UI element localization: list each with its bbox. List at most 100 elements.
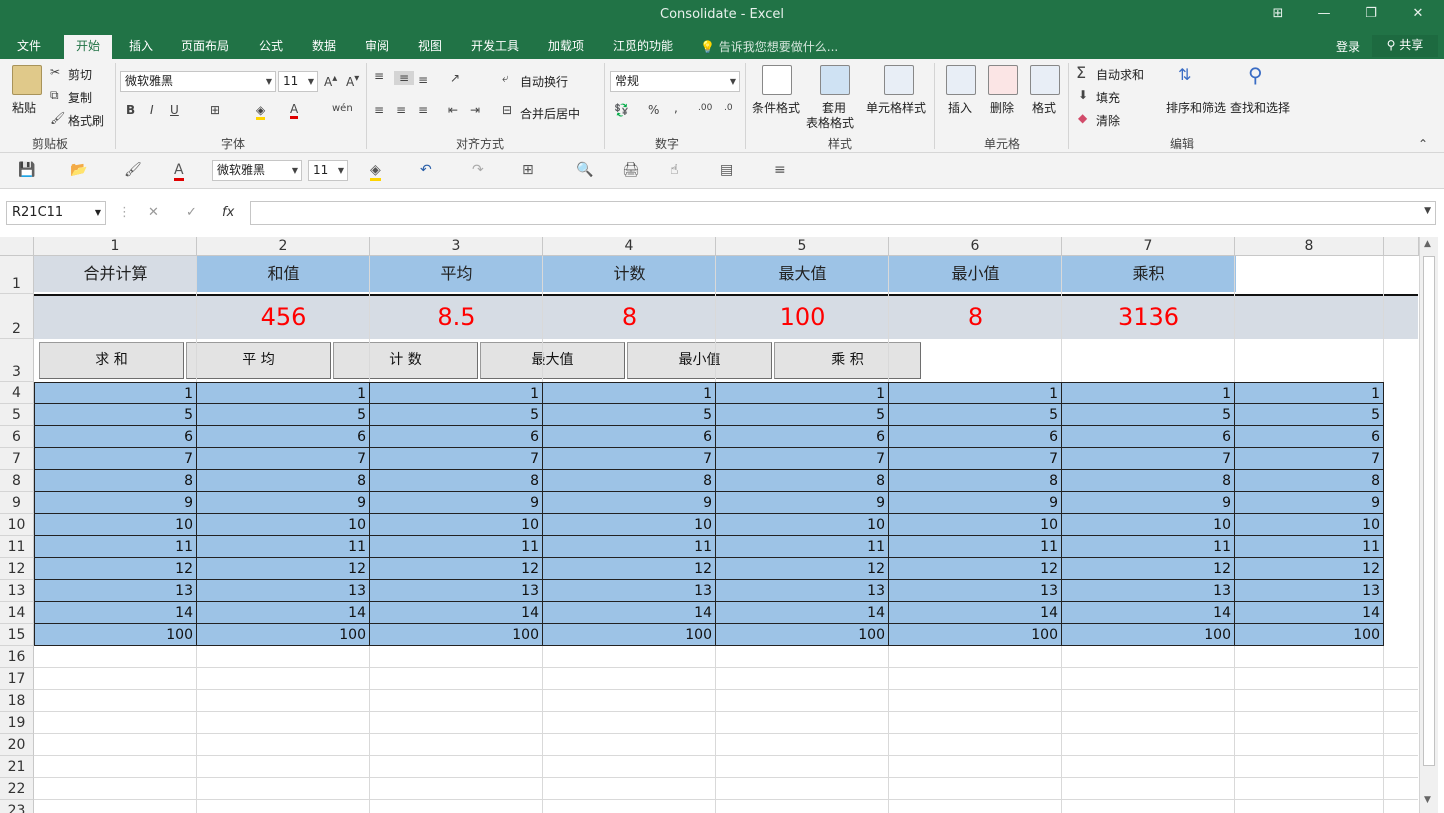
data-cell[interactable]: 8 xyxy=(370,470,543,492)
data-cell[interactable]: 5 xyxy=(1062,404,1235,426)
data-cell[interactable]: 7 xyxy=(889,448,1062,470)
data-cell[interactable]: 13 xyxy=(370,580,543,602)
formula-input[interactable]: ▼ xyxy=(250,201,1436,225)
print-preview-icon[interactable]: 🔍 xyxy=(576,162,593,178)
data-cell[interactable]: 9 xyxy=(34,492,197,514)
restore-button[interactable]: ❐ xyxy=(1361,6,1381,24)
data-cell[interactable]: 10 xyxy=(1235,514,1384,536)
data-cell[interactable]: 11 xyxy=(34,536,197,558)
conditional-format-button[interactable]: 条件格式 xyxy=(752,99,800,116)
data-cell[interactable]: 9 xyxy=(1235,492,1384,514)
data-cell[interactable]: 5 xyxy=(543,404,716,426)
data-cell[interactable]: 14 xyxy=(197,602,370,624)
data-cell[interactable]: 10 xyxy=(716,514,889,536)
data-cell[interactable]: 7 xyxy=(1235,448,1384,470)
row-header[interactable]: 15 xyxy=(0,624,34,646)
data-cell[interactable]: 14 xyxy=(543,602,716,624)
data-cell[interactable]: 5 xyxy=(889,404,1062,426)
align-center-icon[interactable]: ≡ xyxy=(396,103,406,117)
average-button[interactable]: 平 均 xyxy=(186,342,331,379)
data-cell[interactable]: 11 xyxy=(1062,536,1235,558)
data-cell[interactable]: 12 xyxy=(1235,558,1384,580)
count-button[interactable]: 计 数 xyxy=(333,342,478,379)
comma-style-icon[interactable]: , xyxy=(674,101,678,115)
row-header[interactable]: 16 xyxy=(0,646,34,668)
data-cell[interactable]: 1 xyxy=(716,382,889,404)
data-cell[interactable]: 1 xyxy=(370,382,543,404)
data-cell[interactable]: 100 xyxy=(1062,624,1235,646)
data-cell[interactable]: 7 xyxy=(34,448,197,470)
minimize-button[interactable]: — xyxy=(1314,6,1334,24)
row-header[interactable]: 4 xyxy=(0,382,34,404)
row-header[interactable]: 17 xyxy=(0,668,34,690)
clear-button[interactable]: 清除 xyxy=(1096,112,1120,129)
percent-icon[interactable]: % xyxy=(648,103,659,117)
data-cell[interactable]: 9 xyxy=(1062,492,1235,514)
align-left-icon[interactable]: ≡ xyxy=(374,103,384,117)
column-header[interactable]: 7 xyxy=(1062,237,1235,256)
tell-me-search[interactable]: 💡 告诉我您想要做什么... xyxy=(700,38,838,55)
row-header[interactable]: 22 xyxy=(0,778,34,800)
data-cell[interactable]: 6 xyxy=(197,426,370,448)
data-cell[interactable]: 100 xyxy=(716,624,889,646)
data-cell[interactable]: 14 xyxy=(716,602,889,624)
row-header[interactable]: 23 xyxy=(0,800,34,813)
vertical-scrollbar[interactable]: ▲ ▼ xyxy=(1419,237,1438,813)
tab-data[interactable]: 数据 xyxy=(303,35,345,59)
phonetic-icon[interactable]: wén xyxy=(332,103,353,114)
data-cell[interactable]: 100 xyxy=(370,624,543,646)
data-cell[interactable]: 8 xyxy=(34,470,197,492)
fill-button[interactable]: 填充 xyxy=(1096,89,1120,106)
row-header[interactable]: 21 xyxy=(0,756,34,778)
data-cell[interactable]: 5 xyxy=(197,404,370,426)
data-cell[interactable]: 12 xyxy=(197,558,370,580)
touch-mode-icon[interactable]: ☝ xyxy=(670,162,679,178)
bold-icon[interactable]: B xyxy=(126,103,135,117)
row-header[interactable]: 14 xyxy=(0,602,34,624)
row-header[interactable]: 19 xyxy=(0,712,34,734)
data-cell[interactable]: 13 xyxy=(543,580,716,602)
data-cell[interactable]: 13 xyxy=(889,580,1062,602)
qat-size-select[interactable]: 11 ▼ xyxy=(308,160,348,181)
data-cell[interactable]: 6 xyxy=(370,426,543,448)
data-cell[interactable]: 14 xyxy=(1235,602,1384,624)
tab-developer[interactable]: 开发工具 xyxy=(464,35,526,59)
data-cell[interactable]: 1 xyxy=(1062,382,1235,404)
data-cell[interactable]: 13 xyxy=(197,580,370,602)
paste-label[interactable]: 粘贴 xyxy=(12,99,36,116)
data-cell[interactable]: 12 xyxy=(889,558,1062,580)
tab-home[interactable]: 开始 xyxy=(64,35,112,59)
data-cell[interactable]: 8 xyxy=(1235,470,1384,492)
data-cell[interactable]: 12 xyxy=(543,558,716,580)
number-format-select[interactable]: 常规 ▼ xyxy=(610,71,740,92)
data-cell[interactable]: 8 xyxy=(197,470,370,492)
qat-font-select[interactable]: 微软雅黑 ▼ xyxy=(212,160,302,181)
data-cell[interactable]: 9 xyxy=(370,492,543,514)
data-cell[interactable]: 11 xyxy=(370,536,543,558)
row-header[interactable]: 12 xyxy=(0,558,34,580)
row-header[interactable]: 8 xyxy=(0,470,34,492)
scroll-thumb[interactable] xyxy=(1423,256,1435,766)
cell-styles-button[interactable]: 单元格样式 xyxy=(866,99,926,116)
data-cell[interactable]: 7 xyxy=(1062,448,1235,470)
login-link[interactable]: 登录 xyxy=(1336,38,1360,55)
decrease-decimal-icon[interactable]: .0 xyxy=(724,103,733,113)
fill-color-icon[interactable]: ◈ xyxy=(370,162,381,181)
data-cell[interactable]: 6 xyxy=(716,426,889,448)
undo-icon[interactable]: ↶ xyxy=(420,162,432,178)
data-cell[interactable]: 12 xyxy=(370,558,543,580)
data-cell[interactable]: 14 xyxy=(34,602,197,624)
min-button[interactable]: 最小值 xyxy=(627,342,772,379)
increase-decimal-icon[interactable]: .00 xyxy=(698,103,712,113)
format-painter-button[interactable]: 格式刷 xyxy=(68,112,104,129)
max-button[interactable]: 最大值 xyxy=(480,342,625,379)
data-cell[interactable]: 1 xyxy=(543,382,716,404)
tab-custom[interactable]: 江觅的功能 xyxy=(606,35,680,59)
row-header[interactable]: 10 xyxy=(0,514,34,536)
save-icon[interactable]: 💾 xyxy=(18,162,35,178)
paste-icon[interactable] xyxy=(12,65,42,95)
data-cell[interactable]: 8 xyxy=(1062,470,1235,492)
data-cell[interactable]: 100 xyxy=(197,624,370,646)
find-select-button[interactable]: 查找和选择 xyxy=(1230,99,1290,116)
row-header[interactable]: 6 xyxy=(0,426,34,448)
